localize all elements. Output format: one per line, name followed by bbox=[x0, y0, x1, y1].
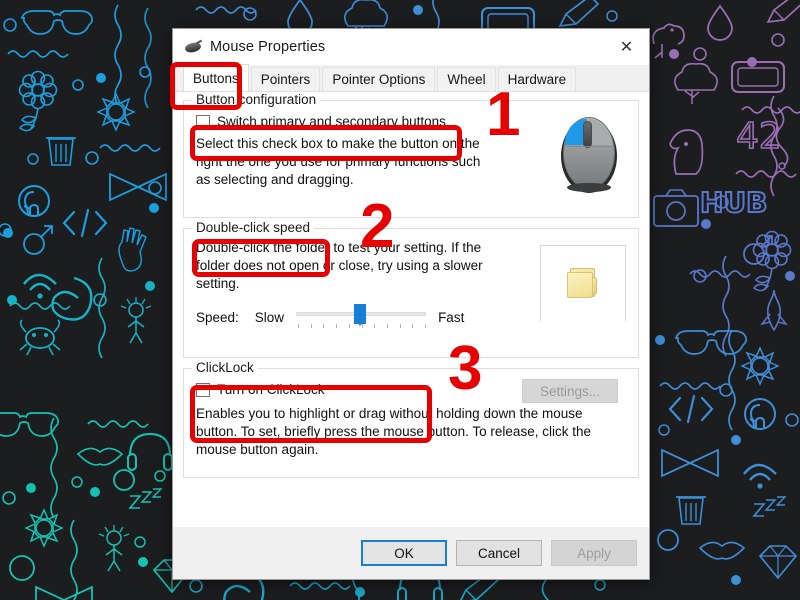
close-icon[interactable]: ✕ bbox=[604, 29, 649, 65]
clicklock-label: Turn on ClickLock bbox=[217, 382, 325, 397]
speed-slider-row: Speed: Slow Fast bbox=[196, 304, 540, 330]
slider-thumb[interactable] bbox=[354, 304, 367, 327]
fast-label: Fast bbox=[438, 309, 465, 325]
switch-buttons-checkbox-row[interactable]: Switch primary and secondary buttons bbox=[196, 114, 558, 129]
slider-ticks bbox=[298, 324, 426, 329]
apply-button[interactable]: Apply bbox=[551, 540, 637, 566]
tab-strip: Buttons Pointers Pointer Options Wheel H… bbox=[173, 64, 649, 92]
svg-text:42: 42 bbox=[736, 116, 782, 157]
slow-label: Slow bbox=[254, 309, 285, 325]
ok-button[interactable]: OK bbox=[361, 540, 447, 566]
mouse-icon bbox=[184, 38, 203, 56]
clicklock-checkbox[interactable] bbox=[196, 382, 210, 397]
mouse-illustration bbox=[558, 113, 620, 195]
double-click-speed-group: Double-click speed Double-click the fold… bbox=[183, 220, 639, 358]
folder-test-area[interactable] bbox=[540, 245, 626, 321]
double-click-speed-legend: Double-click speed bbox=[192, 220, 315, 235]
button-configuration-legend: Button configuration bbox=[192, 92, 321, 107]
dialog-footer: OK Cancel Apply bbox=[173, 527, 649, 579]
clicklock-group: ClickLock Turn on ClickLock Settings... … bbox=[183, 360, 639, 478]
desktop-background: 42 HUB Mouse Properties ✕ Buttons Pointe… bbox=[0, 0, 800, 600]
double-click-speed-description: Double-click the folder to test your set… bbox=[196, 240, 483, 291]
clicklock-description: Enables you to highlight or drag without… bbox=[196, 406, 591, 457]
tab-buttons[interactable]: Buttons bbox=[183, 64, 249, 91]
buttons-tab-page: Button configuration Switch primary and … bbox=[173, 92, 649, 527]
tab-hardware[interactable]: Hardware bbox=[497, 67, 577, 91]
button-configuration-description: Select this check box to make the button… bbox=[196, 136, 481, 187]
tab-pointer-options[interactable]: Pointer Options bbox=[322, 67, 436, 91]
mouse-properties-dialog: Mouse Properties ✕ Buttons Pointers Poin… bbox=[172, 28, 650, 580]
clicklock-settings-button[interactable]: Settings... bbox=[522, 379, 618, 403]
tab-pointers[interactable]: Pointers bbox=[250, 67, 321, 91]
double-click-speed-slider[interactable] bbox=[296, 304, 427, 330]
button-configuration-group: Button configuration Switch primary and … bbox=[183, 92, 639, 218]
cancel-button[interactable]: Cancel bbox=[456, 540, 542, 566]
folder-icon[interactable] bbox=[567, 268, 601, 298]
switch-buttons-label: Switch primary and secondary buttons bbox=[217, 114, 446, 129]
tab-wheel[interactable]: Wheel bbox=[437, 67, 496, 91]
clicklock-legend: ClickLock bbox=[192, 360, 258, 375]
clicklock-checkbox-row[interactable]: Turn on ClickLock bbox=[196, 382, 522, 397]
svg-text:HUB: HUB bbox=[700, 186, 768, 219]
speed-label: Speed: bbox=[196, 309, 239, 325]
window-title: Mouse Properties bbox=[210, 39, 326, 55]
title-bar: Mouse Properties ✕ bbox=[173, 29, 649, 65]
switch-buttons-checkbox[interactable] bbox=[196, 114, 210, 129]
